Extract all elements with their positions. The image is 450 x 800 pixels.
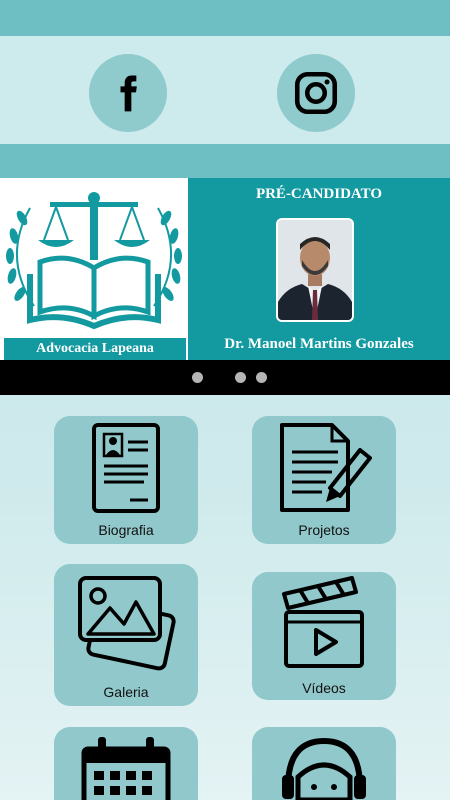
candidate-panel: PRÉ-CANDIDATO Dr. Manoel Martins Gonzale… [188, 178, 450, 360]
social-links [0, 36, 450, 144]
headset-support-icon [282, 737, 366, 800]
candidate-title: PRÉ-CANDIDATO [255, 186, 383, 202]
galeria-button[interactable]: Galeria [54, 564, 198, 706]
projetos-button[interactable]: Projetos [252, 416, 396, 544]
biografia-label: Biografia [98, 522, 154, 538]
carousel-dot[interactable] [192, 372, 203, 383]
firm-name-ribbon: Advocacia Lapeana [4, 338, 186, 360]
top-bar [0, 0, 450, 36]
clapperboard-icon [282, 576, 364, 668]
projetos-label: Projetos [298, 522, 350, 538]
divider-bar [0, 144, 450, 178]
carousel-dot[interactable] [256, 372, 267, 383]
contato-button[interactable] [252, 727, 396, 800]
document-pen-icon [280, 423, 372, 512]
facebook-icon [120, 75, 137, 112]
law-book-scales-logo [6, 192, 182, 330]
videos-label: Vídeos [302, 680, 346, 696]
calendar-icon [81, 737, 171, 800]
candidate-name: Dr. Manoel Martins Gonzales [224, 336, 414, 352]
galeria-label: Galeria [103, 684, 149, 700]
law-firm-panel: Advocacia Lapeana [0, 178, 188, 360]
resume-document-icon [92, 423, 160, 513]
carousel-banner[interactable]: Advocacia Lapeana PRÉ-CANDIDATO Dr. Mano… [0, 178, 450, 360]
gallery-icon [78, 576, 176, 671]
facebook-button[interactable] [89, 54, 167, 132]
carousel-indicator-bar [0, 360, 450, 395]
agenda-button[interactable] [54, 727, 198, 800]
instagram-button[interactable] [277, 54, 355, 132]
instagram-icon [294, 71, 338, 115]
biografia-button[interactable]: Biografia [54, 416, 198, 544]
candidate-photo [276, 218, 354, 322]
videos-button[interactable]: Vídeos [252, 572, 396, 700]
carousel-dot[interactable] [235, 372, 246, 383]
